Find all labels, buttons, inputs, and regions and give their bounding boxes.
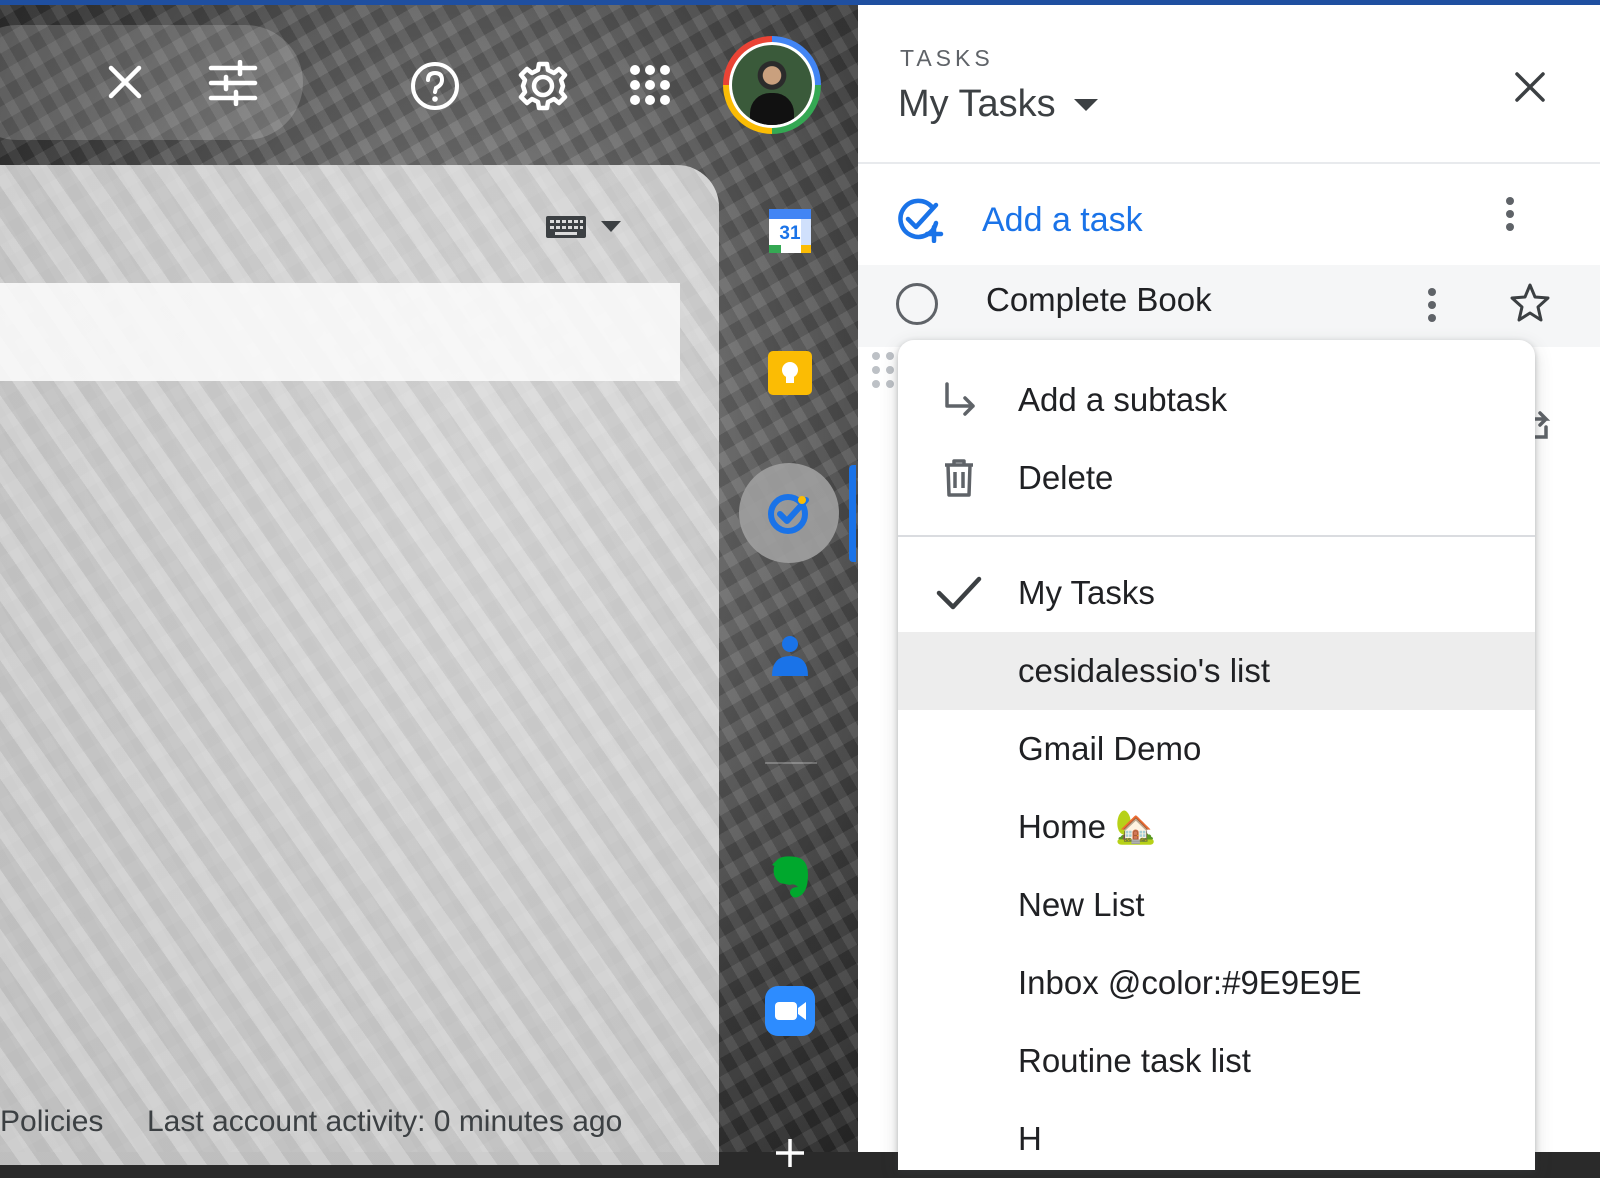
menu-item-label: Inbox @color:#9E9E9E [1018,964,1362,1001]
chevron-down-icon [601,221,621,232]
panel-label: TASKS [900,45,994,71]
check-icon [936,570,982,616]
menu-list-h[interactable]: H [898,1100,1535,1170]
menu-list-new-list[interactable]: New List [898,866,1535,944]
close-panel-button[interactable] [1510,67,1550,107]
menu-item-label: Routine task list [1018,1042,1251,1079]
contacts-icon[interactable] [765,630,815,680]
last-account-activity: Last account activity: 0 minutes ago [147,1105,623,1138]
more-options-icon[interactable] [1500,191,1520,237]
panel-divider [858,162,1600,164]
task-options-icon[interactable] [1422,282,1442,328]
rail-divider [765,762,817,764]
star-icon[interactable] [1508,281,1552,325]
input-tools-button[interactable] [545,210,635,244]
evernote-icon[interactable] [765,852,815,902]
tune-icon[interactable] [205,55,261,111]
menu-list-routine-task-list[interactable]: Routine task list [898,1022,1535,1100]
drag-handle-icon[interactable] [872,352,896,388]
task-complete-checkbox[interactable] [896,283,938,325]
menu-item-label: New List [1018,886,1145,923]
close-icon [1515,72,1545,102]
menu-list-cesidalessios-list[interactable]: cesidalessio's list [898,632,1535,710]
task-row[interactable]: Complete Book [858,265,1600,347]
add-task-label: Add a task [982,200,1143,239]
keyboard-icon [546,216,586,238]
chevron-down-icon [1073,98,1098,111]
profile-photo [732,45,812,125]
search-input[interactable] [0,283,680,381]
menu-item-label: H [1018,1120,1042,1157]
menu-list-inbox[interactable]: Inbox @color:#9E9E9E [898,944,1535,1022]
keep-icon[interactable] [765,348,815,398]
menu-list-gmail-demo[interactable]: Gmail Demo [898,710,1535,788]
account-avatar[interactable] [723,36,821,134]
menu-divider [898,535,1535,537]
help-circle-icon[interactable] [407,58,463,114]
task-list-selector[interactable]: My Tasks [898,83,1098,126]
task-options-menu: Add a subtask Delete My Tasks cesidaless… [898,340,1535,1170]
menu-list-my-tasks[interactable]: My Tasks [898,554,1535,632]
add-task-button[interactable]: Add a task [896,192,1143,248]
menu-item-label: Delete [1018,459,1114,496]
apps-grid-icon[interactable] [627,62,673,108]
plus-icon[interactable] [765,1128,815,1178]
subtask-arrow-icon [936,377,982,423]
menu-item-label: Add a subtask [1018,381,1228,418]
menu-item-add-subtask[interactable]: Add a subtask [898,361,1535,439]
gear-icon[interactable] [514,57,572,115]
menu-item-label: My Tasks [1018,574,1155,611]
menu-item-label: cesidalessio's list [1018,652,1271,689]
task-list-title: My Tasks [898,83,1056,125]
policies-link[interactable]: Policies [0,1105,103,1139]
task-title[interactable]: Complete Book [986,281,1212,319]
menu-item-delete[interactable]: Delete [898,439,1535,517]
tasks-icon[interactable] [739,463,839,563]
zoom-icon[interactable] [765,986,815,1036]
add-task-icon [898,198,944,243]
menu-item-label: Gmail Demo [1018,730,1202,767]
calendar-icon[interactable]: 31 [765,206,815,256]
trash-icon [936,455,982,501]
menu-item-label: Home 🏡 [1018,807,1157,845]
active-indicator [849,465,856,562]
close-icon[interactable] [98,55,152,109]
svg-text:31: 31 [779,223,801,244]
menu-list-home[interactable]: Home 🏡 [898,788,1535,866]
